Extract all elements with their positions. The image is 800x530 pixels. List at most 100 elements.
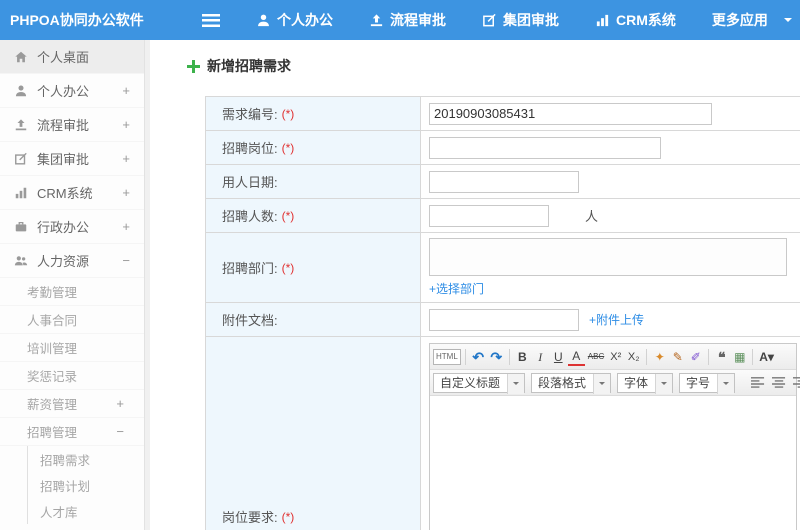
font-style-dropdown-button[interactable]: A▾ [757,347,776,367]
job-position-input[interactable] [429,136,661,159]
editor-toolbar-1: HTML ↶ ↷ B I U A ABC X² X₂ ✦ ✎ ✐ ❝ ▦ A▾ [430,344,796,370]
required-marker: (*) [281,106,295,121]
upload-icon [369,13,384,28]
hire-date-input[interactable] [429,170,579,193]
bold-button[interactable]: B [514,347,531,367]
heading-select[interactable]: 自定义标题 [433,372,526,394]
blockquote-button[interactable]: ❝ [713,347,730,367]
sidebar-item-contracts[interactable]: 人事合同 [0,306,144,334]
page-title-text: 新增招聘需求 [207,58,291,74]
select-department-link[interactable]: +选择部门 [429,280,484,297]
sidebar-item-personal-desktop[interactable]: 个人桌面 [0,40,144,74]
remove-format-button[interactable]: ✦ [651,347,668,367]
bar-chart-icon [14,185,29,200]
required-marker: (*) [281,208,295,223]
attachment-input[interactable] [429,308,579,331]
page-title: 新增招聘需求 [150,40,800,90]
field-label: 用人日期: [222,175,278,190]
home-icon [14,49,29,64]
required-marker: (*) [281,260,295,275]
attachment-upload-link[interactable]: +附件上传 [589,311,644,328]
rich-text-editor: HTML ↶ ↷ B I U A ABC X² X₂ ✦ ✎ ✐ ❝ ▦ A▾ … [429,343,800,530]
font-family-select[interactable]: 字体 [617,372,674,394]
edit-icon [482,13,497,28]
editor-toolbar-2: 自定义标题 段落格式 字体 字号 [430,370,800,396]
menu-icon[interactable] [202,13,220,27]
font-color-button[interactable]: A [567,348,585,366]
form-row: 用人日期: [206,165,800,199]
main-content: 新增招聘需求 需求编号: (*) 招聘岗位: (*) 用人日期: [145,40,800,530]
briefcase-icon [14,219,29,234]
bar-chart-icon [595,13,610,28]
collapse-toggle[interactable]: − [122,253,130,268]
demand-number-input[interactable] [429,102,712,125]
headcount-input[interactable] [429,204,549,227]
sidebar-item-recruit-mgmt[interactable]: 招聘管理 − [0,418,144,446]
user-icon [256,13,271,28]
redo-button[interactable]: ↷ [488,347,505,367]
form-row: 招聘岗位: (*) [206,131,800,165]
toolbar-separator [464,348,466,365]
field-label: 招聘人数: [222,209,278,224]
underline-button[interactable]: U [550,347,567,367]
undo-button[interactable]: ↶ [470,347,487,367]
sidebar-item-recruit-plan[interactable]: 招聘计划 [28,472,144,498]
strikethrough-button[interactable]: ABC [586,347,606,367]
sidebar-item-admin-office[interactable]: 行政办公 + [0,210,144,244]
nav-more-apps[interactable]: 更多应用 [712,10,792,30]
sidebar-item-rewards[interactable]: 奖惩记录 [0,362,144,390]
field-label: 附件文档: [222,313,278,328]
align-center-button[interactable] [770,373,788,393]
align-right-button[interactable] [791,373,800,393]
expand-toggle[interactable]: + [122,219,130,234]
top-navbar: PHPOA协同办公软件 个人办公 流程审批 集团审批 CRM系统 更多应用 [0,0,800,40]
required-marker: (*) [281,140,295,155]
subscript-button[interactable]: X₂ [625,347,642,367]
nav-personal-office[interactable]: 个人办公 [256,10,333,30]
nav-workflow-approval[interactable]: 流程审批 [369,10,446,30]
toolbar-separator [508,348,510,365]
table-button[interactable]: ▦ [731,347,748,367]
highlight-button[interactable]: ✐ [687,347,704,367]
expand-toggle[interactable]: + [122,185,130,200]
font-size-select[interactable]: 字号 [679,372,736,394]
sidebar-item-workflow-approval[interactable]: 流程审批 + [0,108,144,142]
sidebar-item-attendance[interactable]: 考勤管理 [0,278,144,306]
field-label: 需求编号: [222,107,278,122]
field-label: 招聘岗位: [222,141,278,156]
sidebar-item-salary[interactable]: 薪资管理 + [0,390,144,418]
recruit-demand-form: 需求编号: (*) 招聘岗位: (*) 用人日期: [205,96,800,530]
align-left-button[interactable] [749,373,767,393]
upload-icon [14,117,29,132]
superscript-button[interactable]: X² [607,347,624,367]
nav-group-approval[interactable]: 集团审批 [482,10,559,30]
italic-button[interactable]: I [532,347,549,367]
paragraph-format-select[interactable]: 段落格式 [531,372,612,394]
collapse-toggle[interactable]: − [116,424,124,439]
expand-toggle[interactable]: + [122,83,130,98]
expand-toggle[interactable]: + [122,151,130,166]
sidebar-item-recruit-demand[interactable]: 招聘需求 [28,446,144,472]
plus-icon [187,59,200,73]
sidebar-item-group-approval[interactable]: 集团审批 + [0,142,144,176]
app-logo: PHPOA协同办公软件 [10,12,144,28]
expand-toggle[interactable]: + [122,117,130,132]
required-marker: (*) [281,509,295,524]
sidebar-item-training[interactable]: 培训管理 [0,334,144,362]
format-painter-button[interactable]: ✎ [669,347,686,367]
expand-toggle[interactable]: + [116,396,124,411]
sidebar-item-hr[interactable]: 人力资源 − [0,244,144,278]
sidebar: 个人桌面 个人办公 + 流程审批 + 集团审批 + CRM系统 + 行政办公 +… [0,40,145,530]
html-source-button[interactable]: HTML [433,348,461,365]
form-row: 岗位要求: (*) HTML ↶ ↷ B I U A ABC X² X₂ ✦ ✎… [206,337,800,530]
toolbar-separator [646,348,648,365]
department-textarea[interactable] [429,238,787,276]
sidebar-item-personal-office[interactable]: 个人办公 + [0,74,144,108]
nav-crm[interactable]: CRM系统 [595,10,676,30]
form-row: 招聘部门: (*) +选择部门 [206,233,800,303]
sidebar-item-talent-pool[interactable]: 人才库 [28,498,144,524]
field-label: 岗位要求: [222,510,278,525]
job-requirements-editor-body[interactable] [430,396,796,530]
recruit-submenu: 招聘需求 招聘计划 人才库 [27,446,144,524]
sidebar-item-crm[interactable]: CRM系统 + [0,176,144,210]
